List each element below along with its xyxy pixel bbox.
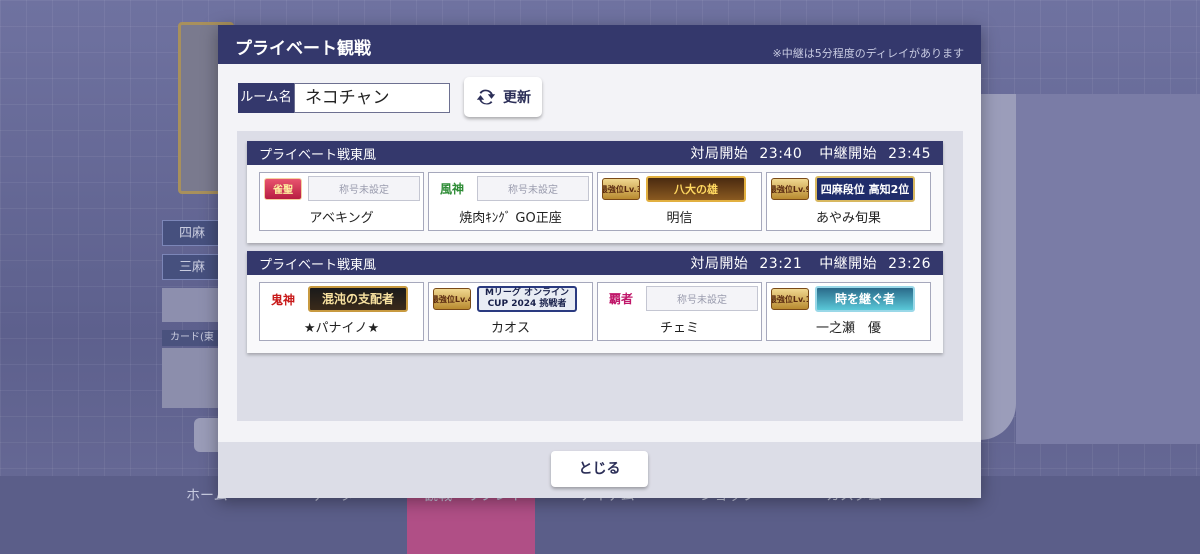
rank-badge: 鬼神 [264,288,302,310]
player-slot: 雀聖 称号未設定 アベキング [259,172,424,231]
player-slot: 最強位Lv.4 Mリーグ オンラインCUP 2024 挑戦者 カオス [428,282,593,341]
player-slot: 覇者 称号未設定 チェミ [597,282,762,341]
start-label: 対局開始 [690,146,749,162]
player-title: Mリーグ オンラインCUP 2024 挑戦者 [477,286,577,312]
player-title: 称号未設定 [308,176,420,201]
player-slot: 鬼神 混沌の支配者 ★パナイノ★ [259,282,424,341]
rank-badge: 最強位Lv.9 [771,178,809,200]
background-tag-yonma: 四麻 [162,220,222,246]
player-title: 八大の雄 [646,176,746,202]
room-type: プライベート戦東風 [259,257,377,273]
player-slot: 風神 称号未設定 焼肉ｷﾝｸﾞ GO正座 [428,172,593,231]
start-label: 対局開始 [690,256,749,272]
player-slot: 最強位Lv.3 八大の雄 明信 [597,172,762,231]
refresh-icon [476,89,496,105]
player-name: カオス [490,321,530,336]
player-title: 時を継ぐ者 [815,286,915,312]
room-times: 対局開始 23:21 中継開始 23:26 [684,253,931,273]
modal-title: プライベート観戦 [235,39,371,59]
relay-time: 23:45 [888,146,931,162]
room-name-label: ルーム名 [238,83,294,113]
private-watch-modal: プライベート観戦 ※中継は5分程度のディレイがあります ルーム名 ネコチャン 更… [218,25,981,498]
room-name-input[interactable]: ネコチャン [294,83,450,113]
player-name: ★パナイノ★ [303,321,380,336]
background-right-edge [980,94,1016,440]
modal-footer: とじる [218,442,981,498]
refresh-label: 更新 [503,90,531,106]
room-card-header: プライベート戦東風 対局開始 23:40 中継開始 23:45 [247,141,943,165]
player-name: チェミ [659,321,699,336]
close-button[interactable]: とじる [551,451,648,487]
rank-badge: 風神 [433,177,471,200]
rank-badge: 最強位Lv.4 [433,288,471,310]
delay-note: ※中継は5分程度のディレイがあります [772,47,964,60]
relay-label: 中継開始 [819,256,878,272]
room-card-header: プライベート戦東風 対局開始 23:21 中継開始 23:26 [247,251,943,275]
room-times: 対局開始 23:40 中継開始 23:45 [684,143,931,163]
background-card-label: カード(東 [162,330,220,346]
relay-label: 中継開始 [819,146,878,162]
player-list: 鬼神 混沌の支配者 ★パナイノ★ 最強位Lv.4 Mリーグ オンラインCUP 2… [247,275,943,341]
rank-badge: 覇者 [602,287,640,310]
rank-badge: 最強位Lv.3 [602,178,640,200]
player-title: 称号未設定 [646,286,758,311]
background-tag-sanma: 三麻 [162,254,222,280]
rank-badge: 最強位Lv.1 [771,288,809,310]
player-name: 明信 [666,211,693,226]
player-title: 四麻段位 高知2位 [815,176,915,202]
background-box [162,288,222,322]
refresh-button[interactable]: 更新 [464,77,542,117]
player-name: 一之瀬 優 [815,321,881,336]
rank-badge: 雀聖 [264,177,302,200]
player-slot: 最強位Lv.1 時を継ぐ者 一之瀬 優 [766,282,931,341]
player-list: 雀聖 称号未設定 アベキング 風神 称号未設定 焼肉ｷﾝｸﾞ GO正座 最強位L… [247,165,943,231]
modal-header: プライベート観戦 ※中継は5分程度のディレイがあります [218,25,981,64]
start-time: 23:21 [759,256,803,272]
player-title: 称号未設定 [477,176,589,201]
relay-time: 23:26 [888,256,931,272]
player-name: あやみ旬果 [815,211,881,226]
player-title: 混沌の支配者 [308,286,408,312]
room-list: プライベート戦東風 対局開始 23:40 中継開始 23:45 雀聖 称号未設定… [237,131,963,421]
player-slot: 最強位Lv.9 四麻段位 高知2位 あやみ旬果 [766,172,931,231]
room-type: プライベート戦東風 [259,147,377,163]
room-card[interactable]: プライベート戦東風 対局開始 23:40 中継開始 23:45 雀聖 称号未設定… [247,141,943,243]
background-card-image [162,348,220,408]
background-right-panel [1016,94,1200,444]
player-name: 焼肉ｷﾝｸﾞ GO正座 [459,211,562,226]
room-name-row: ルーム名 ネコチャン [238,83,450,113]
player-name: アベキング [309,211,374,226]
room-card[interactable]: プライベート戦東風 対局開始 23:21 中継開始 23:26 鬼神 混沌の支配… [247,251,943,353]
start-time: 23:40 [759,146,803,162]
